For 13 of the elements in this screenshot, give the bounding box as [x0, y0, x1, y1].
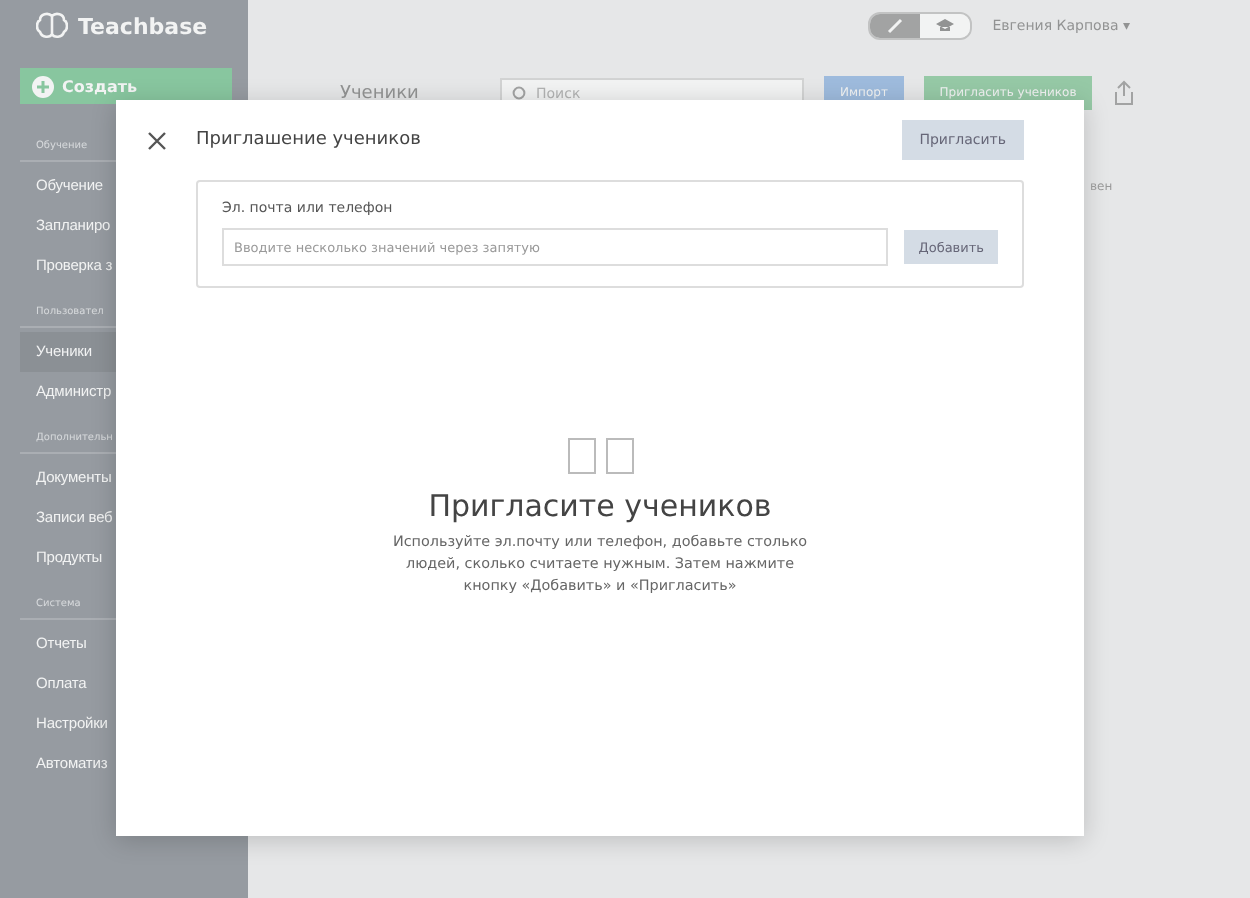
mode-toggle[interactable]: [868, 12, 973, 40]
page-title: Ученики: [340, 83, 421, 103]
share-icon[interactable]: [1112, 80, 1136, 106]
close-icon[interactable]: [148, 131, 166, 149]
logo-text: Teachbase: [78, 13, 208, 39]
graduation-cap-icon: [920, 14, 971, 38]
brain-icon: [36, 12, 68, 40]
create-button[interactable]: Создать: [20, 68, 232, 104]
plus-icon: [32, 75, 54, 97]
empty-title: Пригласите учеников: [428, 488, 772, 524]
pencil-icon: [870, 14, 921, 38]
search-icon: [512, 85, 528, 101]
placeholder-icon: [567, 438, 633, 474]
